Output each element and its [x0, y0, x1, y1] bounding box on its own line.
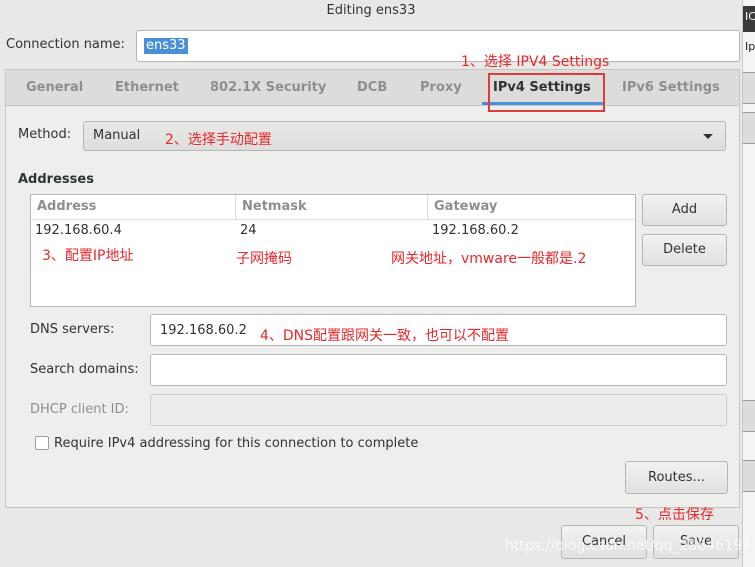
watermark-text: https://blog.csdn.net/qq_28646197 [505, 538, 751, 554]
netmask-cell[interactable]: 24 [240, 223, 257, 238]
header-divider [31, 219, 635, 220]
method-value: Manual [93, 128, 141, 143]
tab-dcb[interactable]: DCB [357, 70, 387, 105]
edge-button [743, 72, 755, 104]
gateway-cell[interactable]: 192.168.60.2 [432, 223, 519, 238]
connection-name-input[interactable]: ens33 [136, 30, 740, 62]
annotation-step-5: 5、点击保存 [635, 507, 714, 523]
window-title: Editing ens33 [0, 0, 742, 22]
tab-general[interactable]: General [26, 70, 83, 105]
edge-glyph: Ip [745, 40, 755, 53]
dhcp-client-id-label: DHCP client ID: [30, 402, 129, 417]
tab-ethernet[interactable]: Ethernet [115, 70, 179, 105]
connection-name-value: ens33 [144, 38, 188, 54]
annotation-step-3: 3、配置IP地址 [42, 248, 134, 264]
edge-glyph: IC [745, 10, 755, 23]
connection-name-label: Connection name: [6, 37, 125, 52]
column-header-gateway[interactable]: Gateway [434, 195, 498, 220]
edge-button [743, 400, 755, 432]
tab-proxy[interactable]: Proxy [420, 70, 462, 105]
annotation-step-4: 4、DNS配置跟网关一致，也可以不配置 [260, 328, 510, 344]
delete-address-button[interactable]: Delete [642, 234, 727, 266]
add-address-button[interactable]: Add [642, 194, 727, 226]
address-cell[interactable]: 192.168.60.4 [35, 223, 122, 238]
tab-bar: General Ethernet 802.1X Security DCB Pro… [5, 69, 740, 106]
column-separator [427, 195, 428, 219]
annotation-highlight-box [488, 73, 605, 112]
annotation-step-2: 2、选择手动配置 [165, 132, 272, 148]
chevron-down-icon [703, 134, 713, 139]
dns-servers-value: 192.168.60.2 [160, 323, 247, 338]
require-ipv4-checkbox[interactable] [35, 436, 49, 450]
routes-button[interactable]: Routes... [625, 461, 728, 494]
tab-ipv6-settings[interactable]: IPv6 Settings [622, 70, 720, 105]
dns-servers-label: DNS servers: [30, 322, 115, 337]
column-header-address[interactable]: Address [37, 195, 97, 220]
search-domains-label: Search domains: [30, 362, 139, 377]
annotation-gateway: 网关地址，vmware一般都是.2 [391, 251, 587, 267]
addresses-heading: Addresses [18, 172, 94, 187]
method-label: Method: [18, 127, 72, 142]
tab-8021x-security[interactable]: 802.1X Security [210, 70, 326, 105]
edge-button [743, 460, 755, 492]
annotation-step-1: 1、选择 IPV4 Settings [461, 54, 610, 70]
annotation-netmask: 子网掩码 [236, 251, 292, 267]
require-ipv4-label[interactable]: Require IPv4 addressing for this connect… [54, 436, 418, 451]
search-domains-input[interactable] [150, 354, 727, 386]
column-header-netmask[interactable]: Netmask [242, 195, 307, 220]
background-window-edge: IC Ip [742, 0, 755, 567]
column-separator [235, 195, 236, 219]
edge-button [743, 112, 755, 144]
dhcp-client-id-input [150, 394, 727, 426]
